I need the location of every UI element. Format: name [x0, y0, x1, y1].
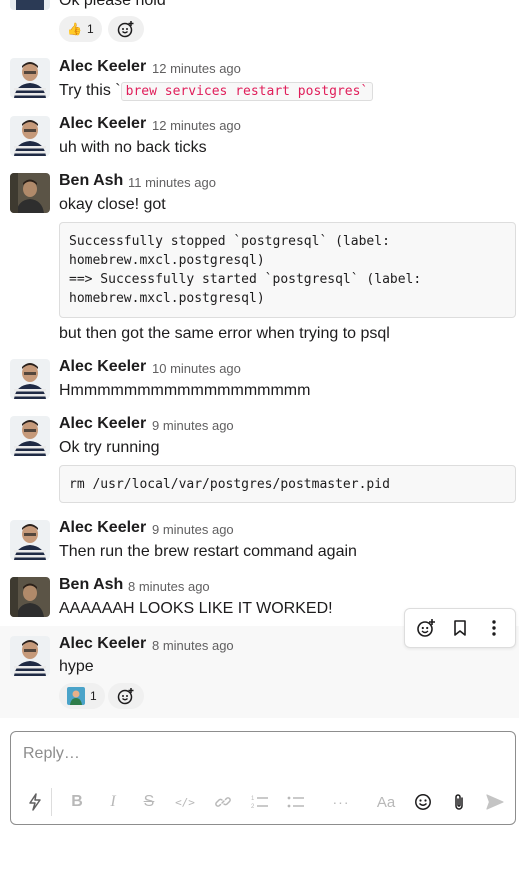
- author-name[interactable]: Alec Keeler: [59, 115, 146, 133]
- message-text: Ok please hold: [59, 0, 166, 9]
- code-block: rm /usr/local/var/postgres/postmaster.pi…: [59, 465, 516, 503]
- author-name[interactable]: Ben Ash: [59, 172, 123, 190]
- shortcuts-icon: [29, 793, 41, 811]
- bookmark-icon: [454, 620, 466, 636]
- add-reaction-icon: [117, 21, 134, 38]
- italic-button[interactable]: I: [103, 790, 123, 814]
- thread-messages: Ok please hold 👍 1 Alec Keeler 12 minute…: [0, 0, 519, 718]
- text-format-icon: Aa: [376, 793, 396, 811]
- reply-composer: B I S </> 12 ··· Aa: [10, 731, 516, 825]
- send-icon: [486, 794, 504, 810]
- message-text: Try this ` brew services restart postgres…: [59, 82, 374, 101]
- timestamp[interactable]: 12 minutes ago: [152, 61, 241, 76]
- avatar-ben-ash[interactable]: [10, 577, 50, 617]
- timestamp[interactable]: 8 minutes ago: [128, 579, 210, 594]
- emoji-button[interactable]: [412, 790, 434, 814]
- author-name[interactable]: Alec Keeler: [59, 635, 146, 653]
- avatar-alec-keeler[interactable]: [10, 416, 50, 456]
- bookmark-button[interactable]: [445, 613, 475, 643]
- message-text: Hmmmmmmmmmmmmmmmmmm: [59, 382, 311, 399]
- add-reaction-icon: [417, 619, 435, 637]
- code-block: Successfully stopped `postgresql` (label…: [59, 222, 516, 318]
- message-text: Then run the brew restart command again: [59, 543, 357, 560]
- timestamp[interactable]: 10 minutes ago: [152, 361, 241, 376]
- message-text: but then got the same error when trying …: [59, 325, 390, 342]
- author-name[interactable]: Alec Keeler: [59, 358, 146, 376]
- more-formatting-button[interactable]: ···: [327, 790, 355, 814]
- bold-button[interactable]: B: [67, 790, 87, 814]
- message-text: hype: [59, 658, 94, 675]
- code-button[interactable]: </>: [173, 790, 197, 814]
- code-icon: </>: [175, 795, 195, 809]
- link-button[interactable]: [212, 790, 234, 814]
- send-button[interactable]: [484, 790, 506, 814]
- thumbs-up-icon: 👍: [67, 22, 82, 36]
- message-text: uh with no back ticks: [59, 139, 207, 156]
- custom-emoji-icon: [67, 687, 85, 705]
- author-name[interactable]: Alec Keeler: [59, 519, 146, 537]
- avatar-alec-keeler[interactable]: [10, 520, 50, 560]
- avatar-alec-keeler[interactable]: [10, 58, 50, 98]
- add-reaction-icon: [117, 688, 134, 705]
- avatar[interactable]: [10, 0, 50, 10]
- author-name[interactable]: Ben Ash: [59, 576, 123, 594]
- attach-button[interactable]: [448, 790, 470, 814]
- timestamp[interactable]: 11 minutes ago: [128, 175, 216, 190]
- emoji-icon: [415, 794, 431, 810]
- ordered-list-button[interactable]: 12: [249, 790, 271, 814]
- message-text: AAAAAAH LOOKS LIKE IT WORKED!: [59, 600, 333, 617]
- author-name[interactable]: Alec Keeler: [59, 415, 146, 433]
- reaction-count: 1: [86, 22, 94, 36]
- add-reaction-button[interactable]: [108, 683, 144, 709]
- strikethrough-button[interactable]: S: [139, 790, 159, 814]
- more-formatting-icon: ···: [332, 794, 350, 810]
- message-text: Ok try running: [59, 439, 160, 456]
- svg-text:1: 1: [251, 796, 255, 802]
- more-actions-button[interactable]: [479, 613, 509, 643]
- bulleted-list-icon: [287, 796, 304, 808]
- timestamp[interactable]: 8 minutes ago: [152, 638, 234, 653]
- avatar-ben-ash[interactable]: [10, 173, 50, 213]
- link-icon: [215, 797, 231, 807]
- add-reaction-button[interactable]: [411, 613, 441, 643]
- avatar-alec-keeler[interactable]: [10, 636, 50, 676]
- attach-icon: [455, 794, 463, 810]
- composer-divider: [51, 788, 52, 816]
- inline-code: brew services restart postgres`: [120, 82, 374, 101]
- add-reaction-button[interactable]: [108, 16, 144, 42]
- strikethrough-icon: S: [143, 793, 155, 810]
- message-actions-toolbar: [404, 608, 516, 648]
- message-text-prefix: Try this `: [59, 82, 121, 99]
- ordered-list-icon: 12: [251, 796, 268, 810]
- reaction-count: 1: [90, 689, 97, 703]
- more-actions-icon: [492, 620, 496, 636]
- reply-input[interactable]: [23, 745, 503, 763]
- message-text: okay close! got: [59, 196, 166, 213]
- timestamp[interactable]: 12 minutes ago: [152, 118, 241, 133]
- author-name[interactable]: Alec Keeler: [59, 58, 146, 76]
- bold-icon: B: [71, 793, 83, 810]
- bulleted-list-button[interactable]: [285, 790, 307, 814]
- avatar-alec-keeler[interactable]: [10, 359, 50, 399]
- text-format-button[interactable]: Aa: [373, 790, 399, 814]
- shortcuts-button[interactable]: [25, 790, 45, 814]
- italic-icon: I: [110, 793, 116, 810]
- timestamp[interactable]: 9 minutes ago: [152, 418, 234, 433]
- reaction-custom[interactable]: 1: [59, 683, 105, 709]
- svg-text:2: 2: [251, 804, 255, 810]
- avatar-alec-keeler[interactable]: [10, 116, 50, 156]
- reaction-thumbs-up[interactable]: 👍 1: [59, 16, 102, 42]
- timestamp[interactable]: 9 minutes ago: [152, 522, 234, 537]
